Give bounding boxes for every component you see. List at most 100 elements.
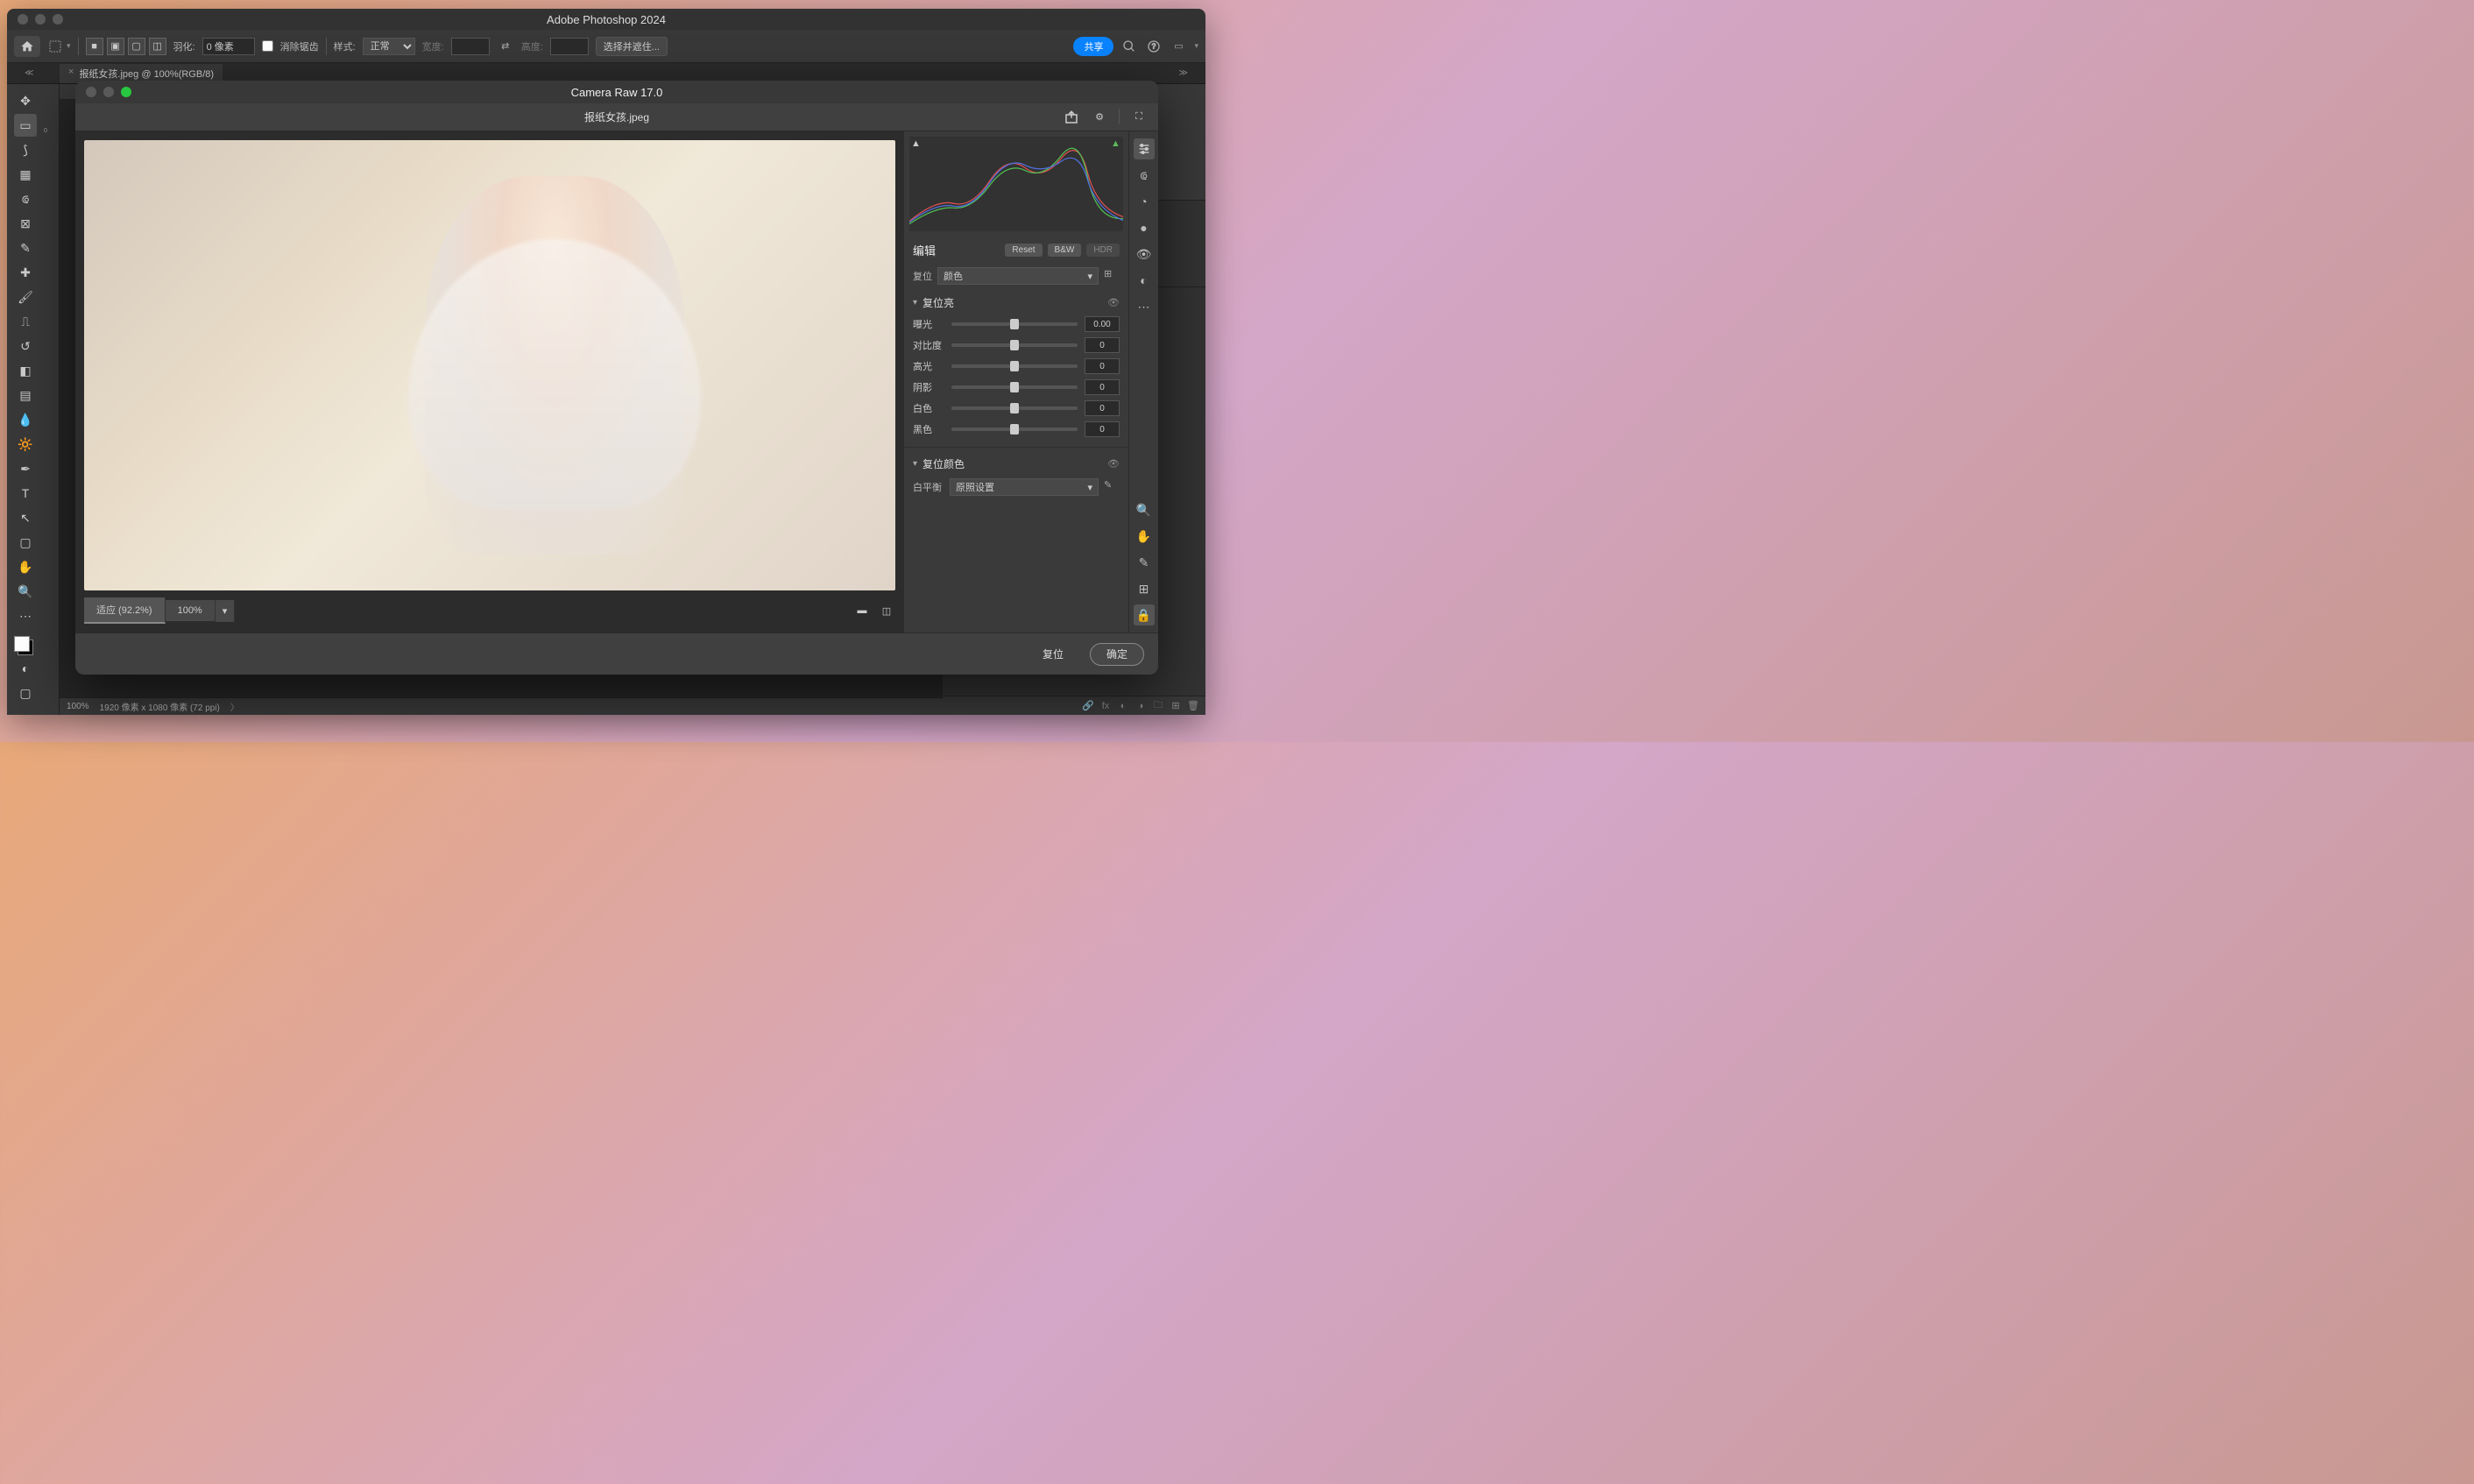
compare-split-icon[interactable]: ◫ [878,602,895,619]
crop-tool[interactable]: ⟃ [1134,165,1155,186]
bw-pill[interactable]: B&W [1048,244,1082,257]
shadows-slider[interactable] [951,385,1078,389]
type-tool[interactable]: T [14,482,37,505]
tabs-scroll-right[interactable]: ≫ [1179,68,1188,78]
color-section-header[interactable]: ▾ 复位颜色 👁 [913,453,1120,475]
profile-browser-icon[interactable]: ⊞ [1104,268,1120,284]
marquee-tool[interactable]: ▭ [14,114,37,137]
grid-tool[interactable]: ⊞ [1134,578,1155,599]
blacks-slider[interactable] [951,428,1078,431]
home-button[interactable] [14,36,40,57]
light-section-header[interactable]: ▾ 复位亮 👁 [913,292,1120,314]
eye-icon[interactable]: 👁 [1107,458,1120,470]
redeye-tool[interactable]: 👁 [1134,244,1155,265]
exposure-slider[interactable] [951,322,1078,326]
reset-button[interactable]: 复位 [1027,643,1079,666]
swap-dims-icon[interactable]: ⇄ [497,38,514,55]
gradient-tool[interactable]: ▤ [14,384,37,406]
contrast-value[interactable] [1085,337,1120,353]
color-swatch[interactable] [14,632,37,655]
more-tools[interactable]: ⋯ [14,604,37,627]
histogram[interactable]: ▲ ▲ [909,137,1123,231]
shadow-clip-icon[interactable]: ▲ [911,138,922,149]
zoom-fit-tab[interactable]: 适应 (92.2%) [84,597,166,624]
profile-dropdown[interactable]: 颜色▾ [937,267,1099,285]
workspace-icon[interactable]: ▭ [1170,38,1187,55]
select-and-mask-button[interactable]: 选择并遮住... [596,37,668,56]
hdr-pill[interactable]: HDR [1086,244,1120,257]
path-select-tool[interactable]: ↖ [14,506,37,529]
presets-tool[interactable]: ◐ [1134,270,1155,291]
highlights-value[interactable] [1085,358,1120,374]
selection-subtract[interactable]: ▢ [128,38,145,55]
close-window[interactable] [18,14,28,25]
sampler-tool[interactable]: ✎ [1134,552,1155,573]
cr-maximize-window[interactable] [121,87,131,97]
antialias-checkbox[interactable] [262,40,273,52]
eyedropper-tool[interactable]: ✎ [14,237,37,259]
whites-slider[interactable] [951,406,1078,410]
minimize-window[interactable] [35,14,46,25]
search-icon[interactable] [1120,38,1138,55]
cr-image-preview[interactable] [84,140,895,590]
blacks-value[interactable] [1085,421,1120,437]
selection-new[interactable]: ■ [86,38,103,55]
cr-close-window[interactable] [86,87,96,97]
reset-pill[interactable]: Reset [1005,244,1042,257]
wb-dropdown[interactable]: 原照设置▾ [950,478,1099,496]
brush-tool[interactable]: 🖌 [14,286,37,308]
compare-single-icon[interactable]: ▬ [853,602,871,619]
exposure-value[interactable] [1085,316,1120,332]
export-icon[interactable] [1063,109,1080,126]
zoom-tool[interactable]: 🔍 [1134,499,1155,520]
eye-icon[interactable]: 👁 [1107,297,1120,308]
zoom-dropdown[interactable]: ▾ [216,600,236,622]
clone-tool[interactable]: ⎍ [14,310,37,333]
ok-button[interactable]: 确定 [1090,643,1144,666]
eraser-tool[interactable]: ◧ [14,359,37,382]
blur-tool[interactable]: 💧 [14,408,37,431]
highlight-clip-icon[interactable]: ▲ [1111,138,1121,149]
hand-tool[interactable]: ✋ [1134,526,1155,547]
object-select-tool[interactable]: ▦ [14,163,37,186]
new-layer-icon[interactable]: ⊞ [1169,699,1183,713]
move-tool[interactable]: ✥ [14,89,37,112]
edit-tool[interactable] [1134,138,1155,159]
adjustment-icon[interactable]: ◑ [1134,699,1148,713]
close-tab-icon[interactable]: × [68,67,74,81]
fx-icon[interactable]: fx [1099,699,1113,713]
settings-icon[interactable]: ⚙ [1091,109,1108,126]
more-tool[interactable]: ⋯ [1134,296,1155,317]
shadows-value[interactable] [1085,379,1120,395]
shape-tool[interactable]: ▢ [14,531,37,554]
help-icon[interactable]: ? [1145,38,1163,55]
whites-value[interactable] [1085,400,1120,416]
zoom-tool[interactable]: 🔍 [14,580,37,603]
selection-add[interactable]: ▣ [107,38,124,55]
dodge-tool[interactable]: 🔆 [14,433,37,456]
frame-tool[interactable]: ⊠ [14,212,37,235]
mask-tool[interactable]: ● [1134,217,1155,238]
folder-icon[interactable]: 🗀 [1151,699,1165,713]
wb-eyedropper-icon[interactable]: ✎ [1104,479,1120,495]
crop-tool[interactable]: ⟃ [14,187,37,210]
contrast-slider[interactable] [951,343,1078,347]
highlights-slider[interactable] [951,364,1078,368]
pen-tool[interactable]: ✒ [14,457,37,480]
healing-tool[interactable]: ✚ [14,261,37,284]
fg-color[interactable] [14,636,30,652]
selection-intersect[interactable]: ◫ [149,38,166,55]
lasso-tool[interactable]: ⟆ [14,138,37,161]
mask-icon[interactable]: ◐ [1116,699,1130,713]
lock-tool[interactable]: 🔒 [1134,604,1155,625]
healing-tool[interactable]: ◔ [1134,191,1155,212]
screen-mode-tool[interactable]: ▢ [14,682,37,704]
tabs-scroll-left[interactable]: ≪ [25,68,33,78]
fullscreen-icon[interactable]: ⛶ [1130,109,1148,126]
history-brush-tool[interactable]: ↺ [14,335,37,357]
hand-tool[interactable]: ✋ [14,555,37,578]
style-select[interactable]: 正常 [363,38,415,55]
link-icon[interactable]: 🔗 [1081,699,1095,713]
trash-icon[interactable]: 🗑 [1186,699,1200,713]
cr-minimize-window[interactable] [103,87,114,97]
